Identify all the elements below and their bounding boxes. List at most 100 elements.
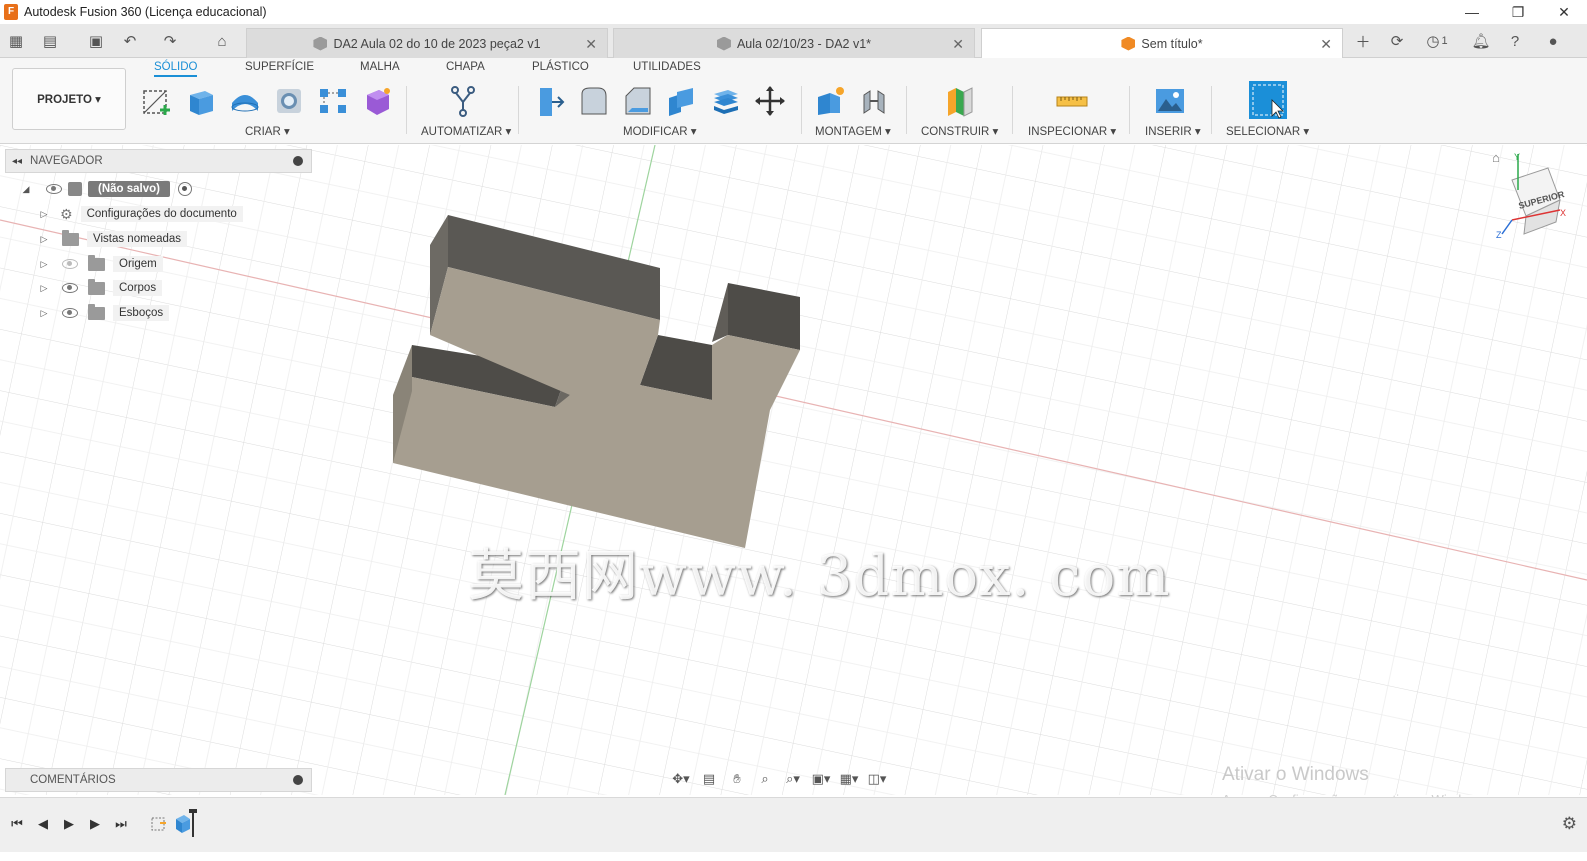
tree-item-bodies[interactable]: ▷ Corpos	[38, 277, 163, 299]
document-tab-active[interactable]: Sem título* ✕	[981, 28, 1343, 58]
pattern-icon[interactable]	[316, 83, 350, 119]
navigator-options-icon[interactable]	[293, 156, 303, 166]
fillet-icon[interactable]	[577, 83, 611, 119]
fusion-logo-icon: F	[4, 4, 18, 20]
comments-panel-header[interactable]: COMENTÁRIOS	[5, 768, 312, 792]
zoom-window-icon[interactable]: ⌕▾	[782, 770, 804, 788]
viewports-icon[interactable]: ◫▾	[866, 770, 888, 788]
timeline-settings-gear-icon[interactable]: ⚙	[1562, 814, 1577, 834]
tree-item-origin[interactable]: ▷ Origem	[38, 253, 163, 275]
visibility-eye-icon[interactable]	[62, 308, 78, 318]
close-tab-icon[interactable]: ✕	[585, 36, 597, 53]
document-tab-label: Aula 02/10/23 - DA2 v1*	[736, 36, 872, 51]
shell-icon[interactable]	[709, 83, 743, 119]
chamfer-icon[interactable]	[621, 83, 655, 119]
combine-icon[interactable]	[665, 83, 699, 119]
close-window-button[interactable]: ✕	[1541, 0, 1587, 24]
save-icon[interactable]: ▣	[86, 32, 106, 50]
home-icon[interactable]: ⌂	[212, 32, 232, 50]
visibility-eye-off-icon[interactable]	[62, 259, 78, 269]
measure-icon[interactable]	[1055, 83, 1089, 119]
viewport-canvas[interactable]: 莫西网www. 3dmox. com ⌂ SUPERIOR Y X Z	[0, 145, 1587, 795]
undo-icon[interactable]: ↶	[120, 32, 140, 50]
document-tab[interactable]: Aula 02/10/23 - DA2 v1* ✕	[613, 28, 975, 58]
collapse-triangle-icon[interactable]: ◢	[20, 183, 32, 195]
visibility-eye-icon[interactable]	[62, 283, 78, 293]
group-inspecionar[interactable]: INSPECIONAR ▾	[1028, 124, 1116, 138]
tree-root[interactable]: ◢ (Não salvo)	[20, 178, 192, 200]
joint-icon[interactable]	[857, 83, 891, 119]
notifications-icon[interactable]: 🔔︎	[1470, 31, 1492, 51]
tab-superficie[interactable]: SUPERFÍCIE	[245, 61, 314, 73]
timeline-marker-icon	[192, 809, 194, 837]
timeline-sketch-feature-icon[interactable]	[150, 815, 168, 833]
pan-icon[interactable]: ✋︎	[726, 770, 748, 788]
look-at-icon[interactable]: ▤	[698, 770, 720, 788]
document-tab[interactable]: DA2 Aula 02 do 10 de 2023 peça2 v1 ✕	[246, 28, 608, 58]
select-icon[interactable]	[1248, 80, 1288, 120]
expand-triangle-icon[interactable]: ▷	[38, 258, 50, 270]
step-back-icon[interactable]: ◀︎	[34, 815, 52, 833]
project-button[interactable]: PROJETO ▾	[12, 68, 126, 130]
group-modificar[interactable]: MODIFICAR ▾	[623, 124, 697, 138]
new-tab-icon[interactable]: ＋	[1352, 31, 1374, 51]
collapse-navigator-icon[interactable]: ◂◂	[12, 156, 22, 167]
close-tab-icon[interactable]: ✕	[952, 36, 964, 53]
revolve-icon[interactable]	[228, 83, 262, 119]
navigator-header[interactable]: ◂◂ NAVEGADOR	[5, 149, 312, 173]
apps-grid-icon[interactable]: ▦	[6, 32, 26, 50]
orbit-icon[interactable]: ✥▾	[670, 770, 692, 788]
go-to-end-icon[interactable]: ⏭	[112, 815, 130, 833]
close-tab-icon[interactable]: ✕	[1320, 36, 1332, 53]
expand-triangle-icon[interactable]: ▷	[38, 282, 50, 294]
insert-image-icon[interactable]	[1153, 83, 1187, 119]
extensions-icon[interactable]: ⟳	[1386, 31, 1408, 51]
group-construir[interactable]: CONSTRUIR ▾	[921, 124, 998, 138]
restore-button[interactable]: ❐	[1495, 0, 1541, 24]
timeline-extrude-feature-icon[interactable]	[174, 809, 204, 837]
expand-triangle-icon[interactable]: ▷	[38, 208, 50, 220]
tree-item-sketches[interactable]: ▷ Esboços	[38, 302, 170, 324]
tab-chapa[interactable]: CHAPA	[446, 61, 485, 73]
new-component-icon[interactable]	[813, 83, 847, 119]
minimize-button[interactable]: —	[1449, 0, 1495, 24]
redo-icon[interactable]: ↷	[160, 32, 180, 50]
tree-item-doc-settings[interactable]: ▷ ⚙ Configurações do documento	[38, 203, 243, 225]
create-sketch-icon[interactable]	[140, 83, 174, 119]
comments-title: COMENTÁRIOS	[30, 774, 116, 786]
help-icon[interactable]: ?	[1504, 31, 1526, 51]
automate-icon[interactable]	[446, 83, 480, 119]
display-settings-icon[interactable]: ▣▾	[810, 770, 832, 788]
file-menu-icon[interactable]: ▤	[40, 32, 60, 50]
extrude-icon[interactable]	[184, 83, 218, 119]
group-montagem[interactable]: MONTAGEM ▾	[815, 124, 891, 138]
group-automatizar[interactable]: AUTOMATIZAR ▾	[421, 124, 511, 138]
move-icon[interactable]	[753, 83, 787, 119]
go-to-start-icon[interactable]: ⏮	[8, 815, 26, 833]
form-icon[interactable]	[360, 83, 394, 119]
tab-utilidades[interactable]: UTILIDADES	[633, 61, 701, 73]
job-status-icon[interactable]: ◷ 1	[1420, 31, 1454, 51]
tree-item-named-views[interactable]: ▷ Vistas nomeadas	[38, 228, 188, 250]
step-forward-icon[interactable]: ▶︎	[86, 815, 104, 833]
group-inserir[interactable]: INSERIR ▾	[1145, 124, 1201, 138]
tab-plastico[interactable]: PLÁSTICO	[532, 61, 589, 73]
press-pull-icon[interactable]	[533, 83, 567, 119]
group-selecionar[interactable]: SELECIONAR ▾	[1226, 124, 1309, 138]
play-icon[interactable]: ▶︎	[60, 815, 78, 833]
tab-malha[interactable]: MALHA	[360, 61, 400, 73]
viewcube[interactable]: ⌂ SUPERIOR Y X Z	[1490, 150, 1580, 240]
expand-triangle-icon[interactable]: ▷	[38, 307, 50, 319]
hole-icon[interactable]	[272, 83, 306, 119]
visibility-eye-icon[interactable]	[46, 184, 62, 194]
add-comment-icon[interactable]	[293, 775, 303, 785]
expand-triangle-icon[interactable]: ▷	[38, 233, 50, 245]
group-criar[interactable]: CRIAR ▾	[245, 124, 290, 138]
zoom-icon[interactable]: ⌕	[754, 770, 776, 788]
offset-plane-icon[interactable]	[943, 83, 977, 119]
grid-settings-icon[interactable]: ▦▾	[838, 770, 860, 788]
tab-solido[interactable]: SÓLIDO	[154, 61, 198, 77]
activate-component-icon[interactable]	[178, 182, 192, 196]
user-avatar-icon[interactable]: ●	[1542, 31, 1564, 51]
root-component-label[interactable]: (Não salvo)	[88, 181, 170, 197]
